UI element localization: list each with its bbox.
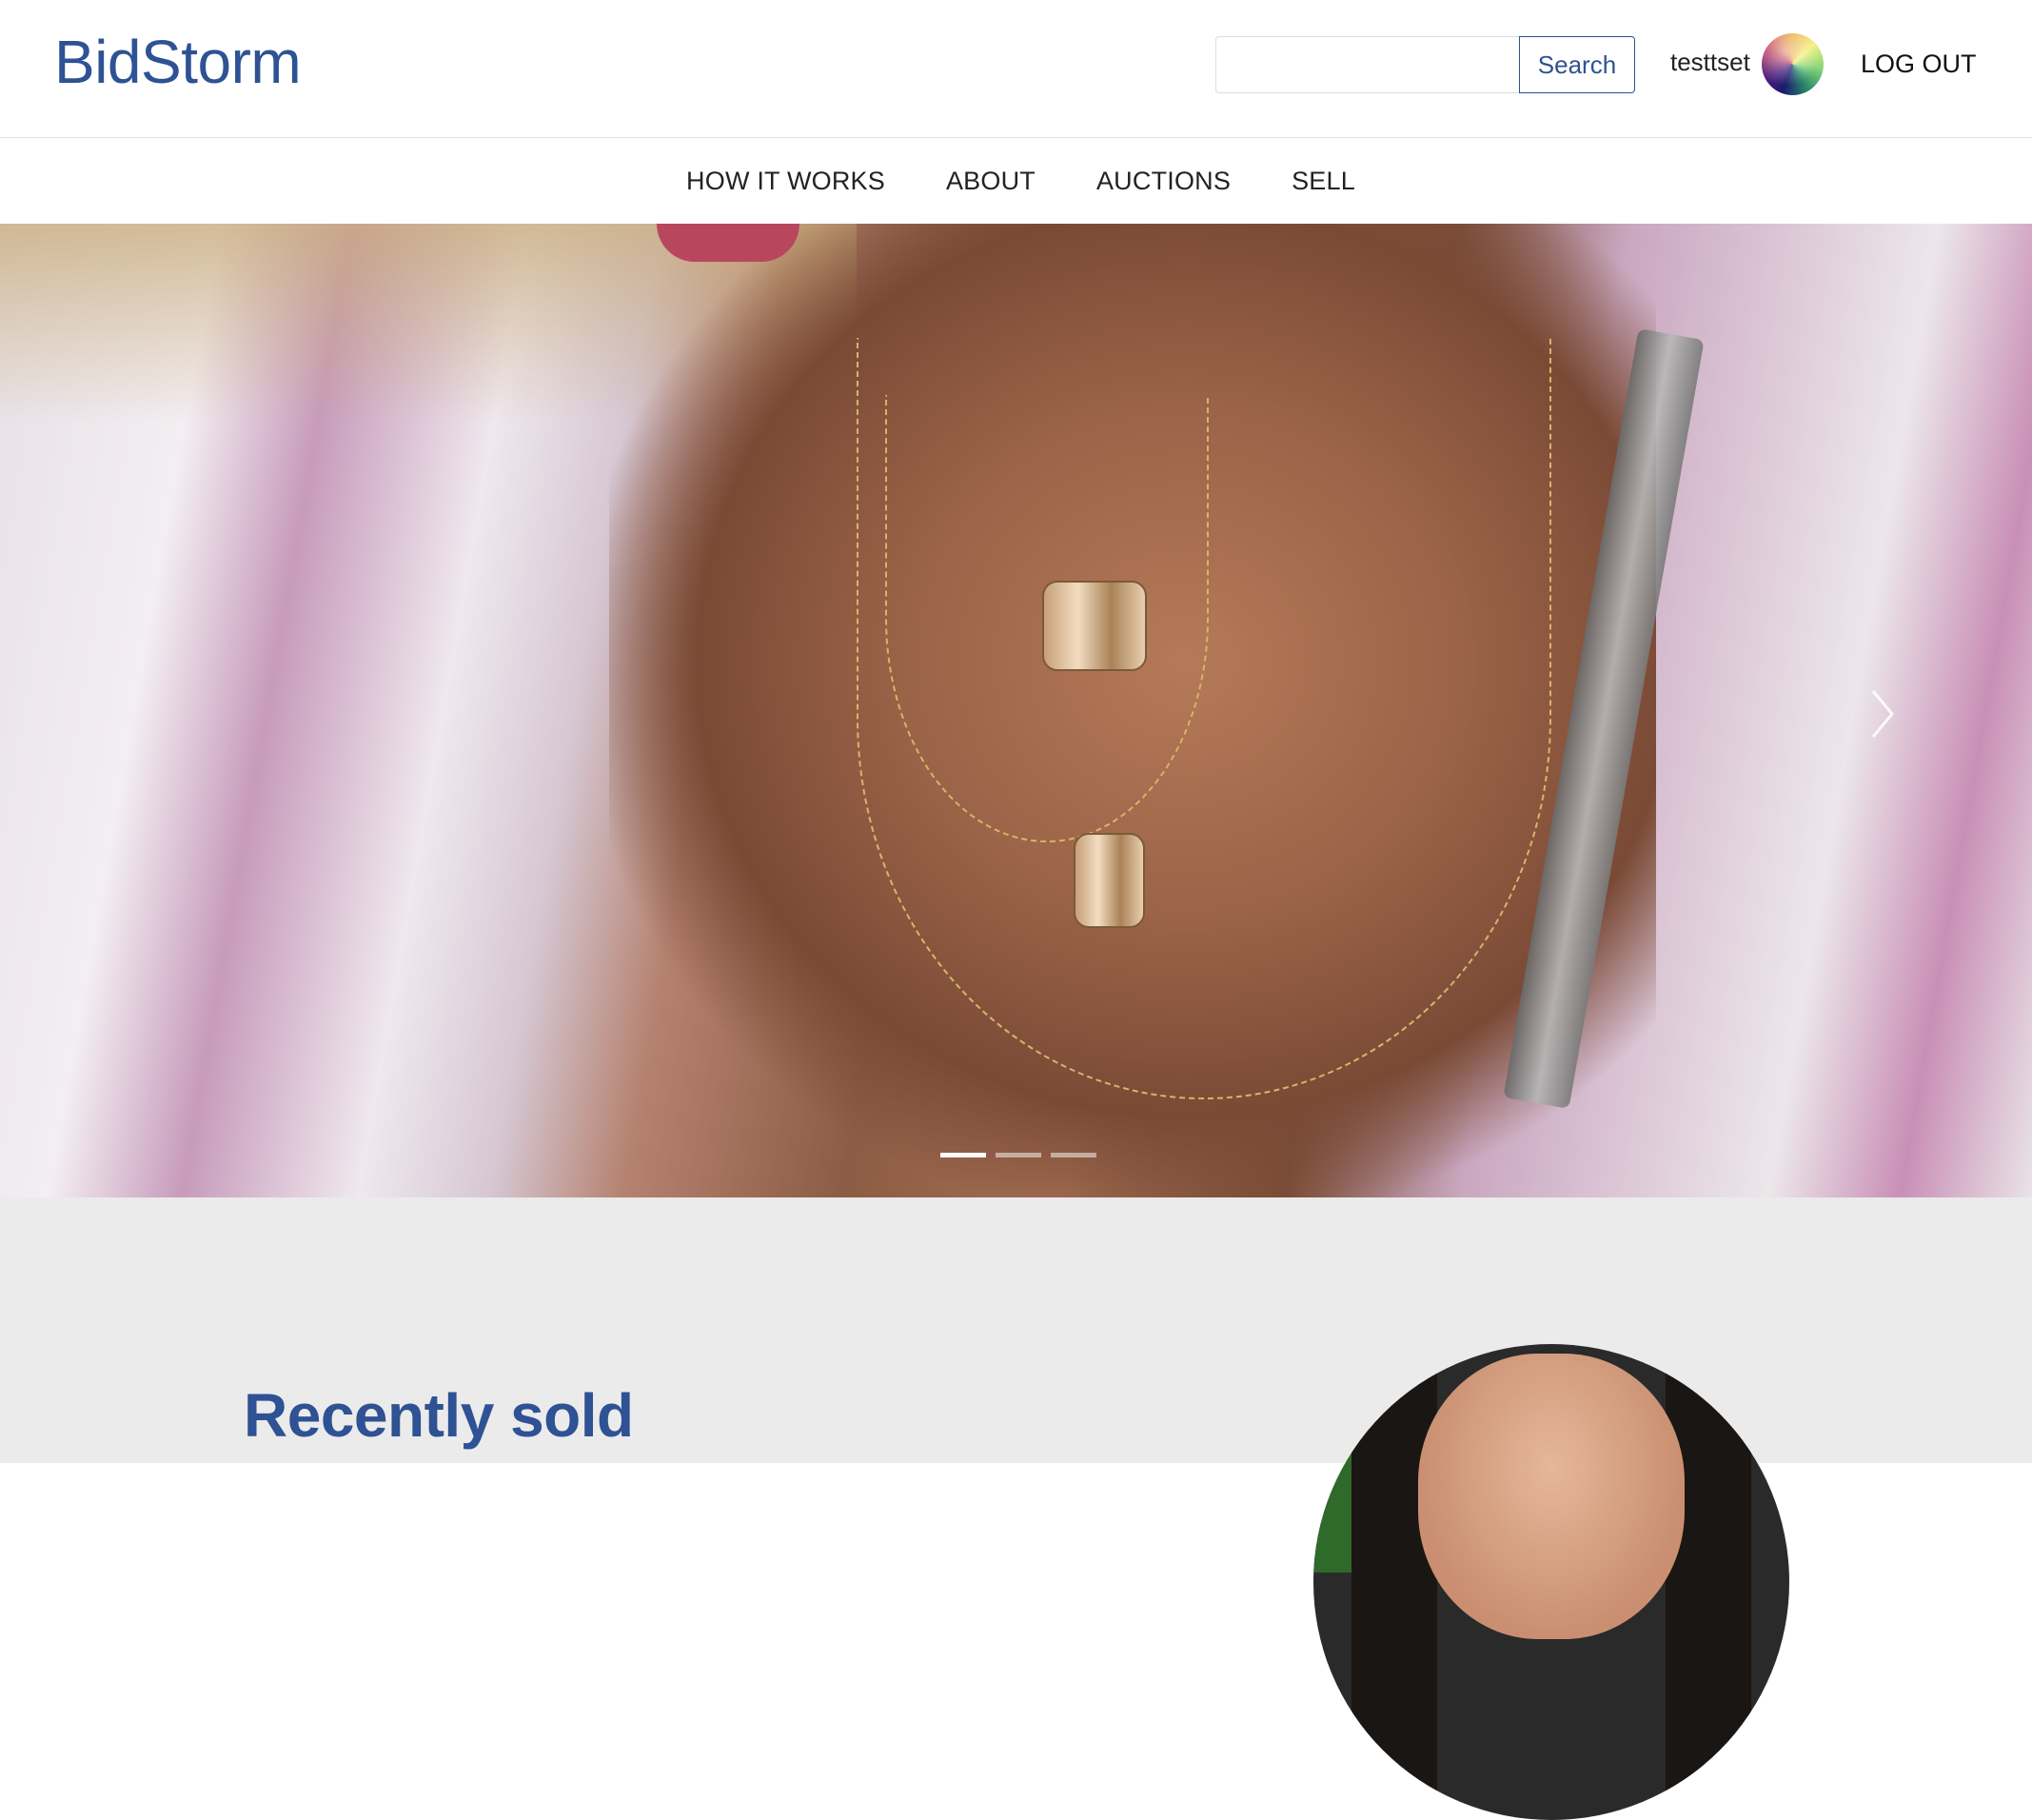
nav-item-about[interactable]: ABOUT — [946, 167, 1036, 196]
hero-carousel — [0, 224, 2032, 1197]
chevron-right-icon[interactable] — [1867, 685, 1898, 742]
nav-item-how-it-works[interactable]: HOW IT WORKS — [686, 167, 885, 196]
site-logo[interactable]: BidStorm — [54, 27, 302, 97]
logout-button[interactable]: LOG OUT — [1861, 49, 1977, 79]
carousel-indicator[interactable] — [996, 1153, 1041, 1157]
carousel-indicator[interactable] — [940, 1153, 986, 1157]
section-title: Recently sold — [244, 1381, 634, 1450]
nav-item-auctions[interactable]: AUCTIONS — [1096, 167, 1231, 196]
sold-item-image[interactable] — [1313, 1344, 1789, 1820]
nav-item-sell[interactable]: SELL — [1292, 167, 1355, 196]
main-nav: HOW IT WORKS ABOUT AUCTIONS SELL — [0, 139, 2032, 224]
avatar[interactable] — [1762, 33, 1824, 95]
site-header: BidStorm Search testtset LOG OUT — [0, 0, 2032, 138]
carousel-indicator[interactable] — [1051, 1153, 1096, 1157]
search-button[interactable]: Search — [1519, 36, 1635, 93]
search-input[interactable] — [1215, 36, 1520, 93]
carousel-indicators — [940, 1153, 1096, 1157]
username[interactable]: testtset — [1670, 48, 1750, 77]
